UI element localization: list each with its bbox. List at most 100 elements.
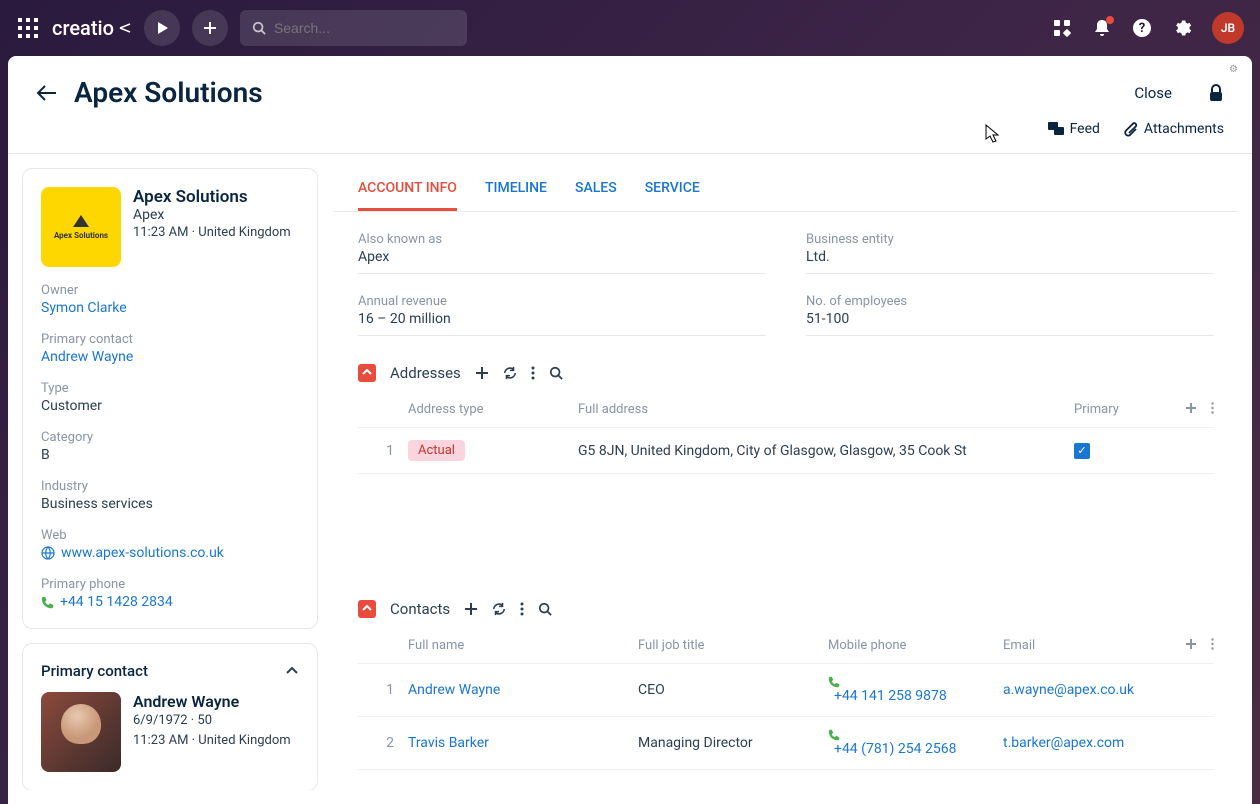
account-time-loc: 11:23 AM · United Kingdom [133, 223, 291, 243]
svg-text:?: ? [1139, 21, 1145, 36]
contact-add-column-icon[interactable] [1185, 638, 1197, 650]
lock-icon[interactable] [1208, 84, 1224, 102]
close-button[interactable]: Close [1134, 84, 1172, 102]
search-input[interactable] [274, 20, 455, 36]
pc-time-loc: 11:23 AM · United Kingdom [133, 731, 291, 751]
feed-button[interactable]: Feed [1048, 121, 1100, 137]
pc-name[interactable]: Andrew Wayne [133, 692, 291, 711]
contacts-refresh-icon[interactable] [492, 602, 506, 616]
page: ⚙ Apex Solutions Close Feed Attachments [8, 56, 1252, 804]
addresses-more-icon[interactable] [531, 366, 535, 380]
address-type-tag: Actual [408, 440, 465, 461]
field-aka[interactable]: Also known as Apex [358, 232, 766, 274]
contact-name[interactable]: Travis Barker [408, 735, 638, 751]
top-nav: creatio ? JB [0, 0, 1260, 56]
tabs: ACCOUNT INFO TIMELINE SALES SERVICE [334, 168, 1238, 212]
search-icon [252, 21, 266, 35]
addresses-add-icon[interactable] [475, 366, 489, 380]
attachments-button[interactable]: Attachments [1124, 121, 1224, 137]
brand-text: creatio [52, 16, 114, 40]
paperclip-icon [1124, 121, 1138, 137]
search-box[interactable] [240, 10, 467, 46]
contact-phone[interactable]: +44 141 258 9878 [828, 676, 1003, 704]
addresses-refresh-icon[interactable] [503, 366, 517, 380]
industry-label: Industry [41, 479, 299, 494]
owner-label: Owner [41, 283, 299, 298]
notifications-icon[interactable] [1092, 18, 1112, 38]
contact-title: CEO [638, 682, 828, 698]
marketplace-icon[interactable] [1052, 18, 1072, 38]
contact-row[interactable]: 2 Travis Barker Managing Director +44 (7… [358, 717, 1214, 770]
tab-timeline[interactable]: TIMELINE [485, 168, 547, 211]
contacts-collapse-icon[interactable] [358, 600, 376, 618]
phone-label: Primary phone [41, 577, 299, 592]
user-avatar[interactable]: JB [1212, 12, 1244, 44]
pc-dob: 6/9/1972 · 50 [133, 711, 291, 731]
field-revenue[interactable]: Annual revenue 16 – 20 million [358, 294, 766, 336]
primary-contact-value[interactable]: Andrew Wayne [41, 349, 299, 365]
addr-col-addr[interactable]: Full address [578, 402, 1074, 417]
page-settings-icon[interactable]: ⚙ [1229, 64, 1238, 75]
field-employees[interactable]: No. of employees 51-100 [806, 294, 1214, 336]
address-full: G5 8JN, United Kingdom, City of Glasgow,… [578, 443, 1074, 459]
contacts-section: Contacts Full name Full job title Mobile… [334, 592, 1238, 790]
back-arrow-icon[interactable] [36, 84, 58, 102]
addr-col-type[interactable]: Address type [408, 402, 578, 417]
phone-icon [828, 676, 1003, 688]
add-button[interactable] [192, 10, 228, 46]
category-label: Category [41, 430, 299, 445]
tab-sales[interactable]: SALES [575, 168, 617, 211]
address-primary-checkbox[interactable]: ✓ [1074, 443, 1090, 459]
phone-value[interactable]: +44 15 1428 2834 [41, 594, 299, 610]
collapse-icon[interactable] [285, 666, 299, 676]
contact-col-title[interactable]: Full job title [638, 638, 828, 653]
type-label: Type [41, 381, 299, 396]
web-label: Web [41, 528, 299, 543]
primary-contact-card: Primary contact Andrew Wayne 6/9/1972 · … [22, 643, 318, 790]
contacts-search-icon[interactable] [538, 602, 552, 616]
phone-icon [41, 596, 54, 609]
tab-service[interactable]: SERVICE [645, 168, 700, 211]
notification-dot [1106, 16, 1114, 24]
account-name: Apex Solutions [133, 187, 291, 207]
addresses-collapse-icon[interactable] [358, 364, 376, 382]
play-button[interactable] [144, 10, 180, 46]
addresses-search-icon[interactable] [549, 366, 563, 380]
contacts-title: Contacts [390, 600, 450, 618]
contacts-more-icon[interactable] [520, 602, 524, 616]
globe-icon [41, 546, 55, 560]
contact-col-email[interactable]: Email [1003, 638, 1214, 653]
settings-icon[interactable] [1172, 18, 1192, 38]
owner-value[interactable]: Symon Clarke [41, 300, 299, 316]
contact-row[interactable]: 1 Andrew Wayne CEO +44 141 258 9878 a.wa… [358, 664, 1214, 717]
addresses-title: Addresses [390, 364, 461, 382]
contact-col-phone[interactable]: Mobile phone [828, 638, 1003, 653]
field-entity[interactable]: Business entity Ltd. [806, 232, 1214, 274]
account-logo: Apex Solutions [41, 187, 121, 267]
contacts-add-icon[interactable] [464, 602, 478, 616]
contact-head-more-icon[interactable] [1211, 638, 1214, 650]
contact-title: Managing Director [638, 735, 828, 751]
addr-head-more-icon[interactable] [1211, 402, 1214, 414]
web-value[interactable]: www.apex-solutions.co.uk [41, 545, 299, 561]
contact-name[interactable]: Andrew Wayne [408, 682, 638, 698]
industry-value: Business services [41, 496, 299, 512]
address-row[interactable]: 1 Actual G5 8JN, United Kingdom, City of… [358, 428, 1214, 474]
account-summary-card: Apex Solutions Apex Solutions Apex 11:23… [22, 168, 318, 629]
brand-logo[interactable]: creatio [52, 16, 132, 40]
contact-avatar [41, 692, 121, 772]
contact-col-name[interactable]: Full name [408, 638, 638, 653]
addresses-section: Addresses Address type Full address Prim… [334, 356, 1238, 494]
phone-icon [828, 729, 1003, 741]
page-title: Apex Solutions [74, 76, 1118, 109]
tab-account-info[interactable]: ACCOUNT INFO [358, 168, 457, 211]
addr-add-column-icon[interactable] [1185, 402, 1197, 414]
category-value: B [41, 447, 299, 463]
apps-icon[interactable] [16, 16, 40, 40]
primary-contact-label: Primary contact [41, 332, 299, 347]
account-short: Apex [133, 207, 291, 223]
contact-phone[interactable]: +44 (781) 254 2568 [828, 729, 1003, 757]
contact-email[interactable]: a.wayne@apex.co.uk [1003, 682, 1214, 698]
contact-email[interactable]: t.barker@apex.com [1003, 735, 1214, 751]
help-icon[interactable]: ? [1132, 18, 1152, 38]
